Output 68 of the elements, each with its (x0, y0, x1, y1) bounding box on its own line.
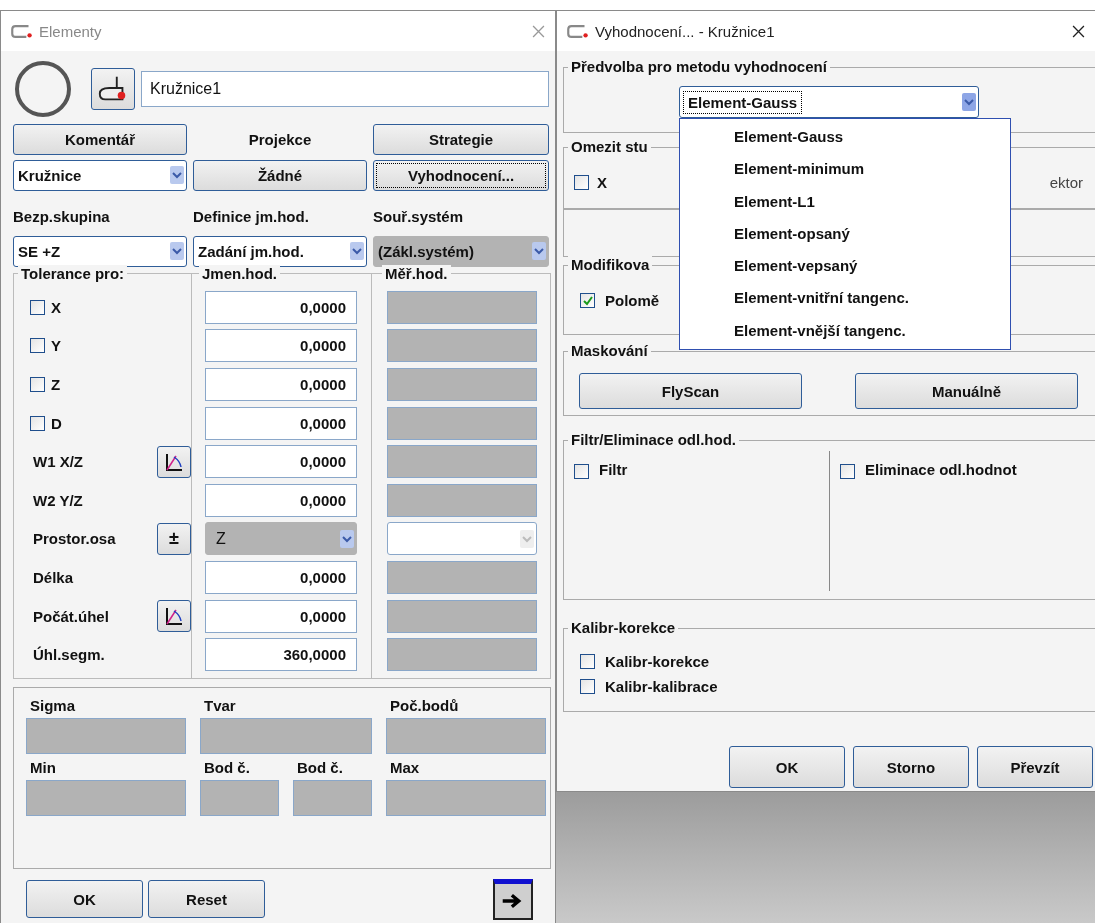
dialog-button[interactable]: OK (26, 880, 143, 919)
checkbox-label: Filtr (599, 461, 628, 478)
column-heading: Měř.hod. (382, 265, 451, 282)
plus-minus-button[interactable]: ± (157, 522, 191, 555)
nominal-field[interactable]: 360,0000 (205, 638, 357, 672)
dialog-button[interactable]: Převzít (977, 746, 1093, 788)
evaluation-button[interactable]: Vyhodnocení... (373, 159, 549, 191)
dialog-button[interactable]: OK (729, 746, 845, 788)
checkbox-label: Kalibr-korekce (605, 653, 710, 670)
dialog-button[interactable]: Storno (853, 746, 969, 788)
field-label: Definice jm.hod. (193, 207, 310, 225)
checkbox-label: Z (51, 376, 61, 393)
stat-label: Bod č. (203, 757, 251, 778)
nominal-field[interactable]: 0,0000 (205, 368, 357, 401)
strategy-button[interactable]: Strategie (373, 123, 549, 155)
dropdown-option[interactable]: Element-minimum (680, 153, 1010, 186)
checkbox-label: D (51, 414, 62, 432)
checkbox-label: X (597, 174, 607, 191)
dialog-button[interactable]: Reset (148, 880, 265, 919)
checkbox-label: Kalibr-kalibrace (605, 678, 718, 695)
nominal-field[interactable]: 0,0000 (205, 290, 357, 324)
column-heading: Jmen.hod. (199, 265, 280, 282)
window-title: Vyhodnocení... - Kružnice1 (595, 22, 776, 40)
element-type-dropdown[interactable]: Kružnice (13, 159, 187, 191)
mask-button[interactable]: FlyScan (579, 373, 802, 409)
method-dropdown[interactable]: Element-Gauss (679, 86, 979, 118)
nominal-field[interactable]: 0,0000 (205, 445, 357, 479)
row-label: W2 Y/Z (32, 491, 84, 509)
stat-label: Bod č. (296, 757, 344, 778)
dropdown-option[interactable]: Element-L1 (680, 185, 1010, 218)
selector-dropdown[interactable]: Zadání jm.hod. (193, 235, 367, 267)
row-label: Délka (32, 568, 75, 586)
mask-button[interactable]: Manuálně (855, 373, 1078, 409)
row-label: Počát.úhel (32, 607, 110, 625)
dropdown-option[interactable]: Element-Gauss (680, 121, 1010, 154)
field-label: Bezp.skupina (13, 207, 111, 225)
checkbox-label: Eliminace odl.hodnot (865, 461, 1017, 478)
stat-label: Tvar (203, 695, 237, 716)
row-label: Prostor.osa (32, 530, 117, 548)
selector-dropdown[interactable]: SE +Z (13, 235, 187, 267)
nominal-field[interactable]: 0,0000 (205, 599, 357, 633)
nominal-field[interactable]: 0,0000 (205, 483, 357, 517)
axis-dropdown[interactable]: Z (205, 522, 357, 556)
dropdown-option[interactable]: Element-vnitřní tangenc. (680, 282, 1010, 315)
nominal-field[interactable]: 0,0000 (205, 406, 357, 440)
row-label: W1 X/Z (32, 453, 84, 471)
comment-button[interactable]: Komentář (13, 123, 187, 155)
window-title: Elementy (39, 22, 103, 40)
checkbox-label: ektor (1049, 174, 1083, 191)
stat-label: Sigma (29, 695, 76, 716)
nominal-field[interactable]: 0,0000 (205, 329, 357, 363)
dropdown-option[interactable]: Element-vnější tangenc. (680, 314, 1010, 348)
row-label: Úhl.segm. (32, 646, 106, 664)
element-name-field[interactable]: Kružnice1 (141, 71, 549, 107)
field-label: Souř.systém (373, 207, 465, 225)
stat-label: Max (389, 757, 421, 778)
projection-button[interactable]: Žádné (193, 159, 367, 191)
dropdown-option[interactable]: Element-vepsaný (680, 250, 1010, 283)
checkbox-label: Polomě (605, 292, 660, 309)
stat-label: Poč.bodů (389, 695, 460, 716)
checkbox-label: X (51, 298, 61, 316)
stat-label: Min (29, 757, 57, 778)
nominal-field[interactable]: 0,0000 (205, 560, 357, 594)
checkbox-label: Y (51, 337, 61, 355)
group-legend: Předvolba pro metodu vyhodnocení (568, 58, 830, 76)
projection-label: Projekce (247, 130, 313, 148)
dropdown-option[interactable]: Element-opsaný (680, 217, 1010, 251)
column-heading: Tolerance pro: (18, 265, 128, 282)
